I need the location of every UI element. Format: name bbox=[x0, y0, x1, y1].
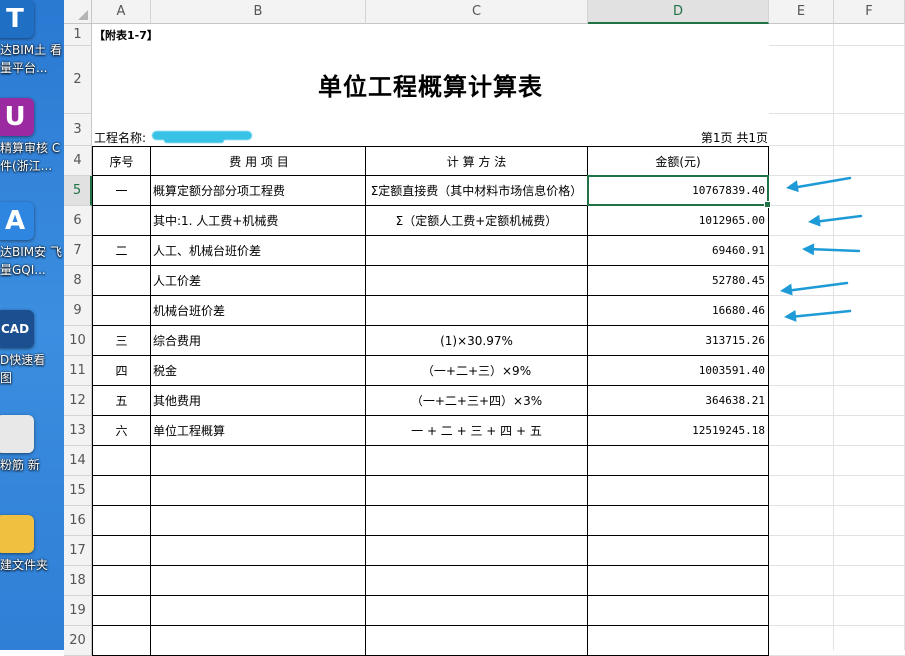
annotation-arrowhead bbox=[808, 214, 821, 227]
annotation-arrowhead bbox=[784, 309, 797, 322]
annotation-arrowhead bbox=[780, 283, 793, 296]
desktop-icon-label: 精算审核 C bbox=[0, 141, 61, 155]
spreadsheet-grid[interactable]: A B C D E F 1 2 3 4 5 6 7 8 9 10 11 12 13 14 15 16 17 18 19 20 【附表… bbox=[64, 0, 905, 656]
annotation-arrowhead bbox=[802, 243, 815, 256]
annotation-arrow bbox=[812, 214, 863, 224]
desktop-icon-label: 建文件夹 bbox=[0, 558, 49, 572]
annotation-arrow bbox=[790, 176, 852, 190]
annotation-arrow bbox=[784, 281, 849, 293]
desktop-strip: T 达BIM土 看量平台... U 精算审核 C 件(浙江... A 达BIM安 飞量GQI… bbox=[0, 0, 64, 650]
document-icon bbox=[0, 415, 34, 453]
desktop-icon-label: 件(浙江... bbox=[0, 159, 53, 173]
desktop-icon-label: 达BIM土 看 bbox=[0, 43, 62, 57]
annotation-arrows bbox=[780, 176, 863, 322]
desktop-icon-label: 量GQI... bbox=[0, 263, 46, 277]
annotation-arrowhead bbox=[786, 180, 799, 193]
desktop-icon-label: D快速看 bbox=[0, 353, 46, 367]
desktop-icon-label: 量平台... bbox=[0, 61, 48, 75]
desktop-icon-label: 达BIM安 飞 bbox=[0, 245, 62, 259]
new-folder-icon bbox=[0, 515, 34, 553]
glodon-bim-install-icon: A bbox=[0, 202, 34, 240]
desktop-icon-label: 图 bbox=[0, 371, 13, 385]
annotation-arrow bbox=[806, 247, 861, 253]
desktop-icon-label: 粉筋 新 bbox=[0, 458, 40, 472]
annotation-arrow bbox=[788, 309, 852, 319]
glodon-audit-icon: U bbox=[0, 98, 34, 136]
cad-viewer-icon: CAD bbox=[0, 310, 34, 348]
glodon-bim-civil-icon: T bbox=[0, 0, 34, 38]
